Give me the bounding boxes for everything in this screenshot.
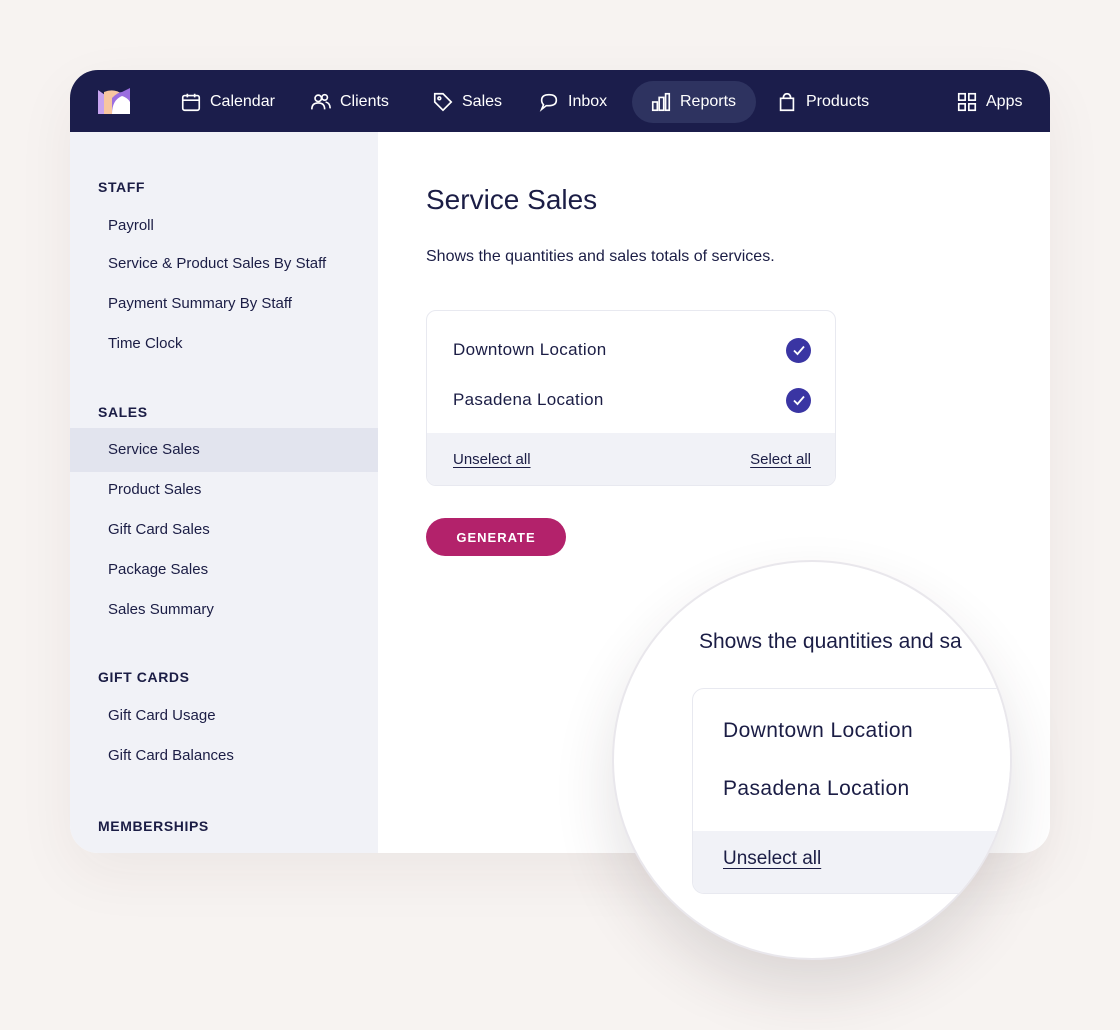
top-nav: Calendar Clients Sales Inbox Reports Pro… [70, 70, 1050, 132]
generate-button[interactable]: GENERATE [426, 518, 566, 556]
magnified-description: Shows the quantities and sa [699, 630, 962, 653]
sidebar-item-package-sales[interactable]: Package Sales [70, 548, 378, 592]
nav-clients-label: Clients [340, 93, 389, 110]
location-option-downtown[interactable]: Downtown Location [453, 335, 811, 365]
app-logo[interactable] [98, 88, 130, 114]
location-option-pasadena[interactable]: Pasadena Location [453, 385, 811, 415]
nav-inbox[interactable]: Inbox [520, 81, 625, 123]
page-title: Service Sales [426, 184, 598, 215]
nav-apps[interactable]: Apps [938, 81, 1040, 123]
magnified-footer: Unselect all [693, 831, 1010, 893]
sidebar-item-product-sales[interactable]: Product Sales [70, 468, 378, 512]
sidebar-item-payment-summary-by-staff[interactable]: Payment Summary By Staff [70, 282, 378, 326]
location-label: Downtown Location [453, 340, 607, 359]
sidebar-item-sales-summary[interactable]: Sales Summary [70, 588, 378, 632]
nav-apps-label: Apps [986, 93, 1023, 110]
sidebar-item-gift-card-balances[interactable]: Gift Card Balances [70, 734, 378, 778]
select-all-link[interactable]: Select all [750, 451, 811, 468]
sidebar-item-gift-card-usage[interactable]: Gift Card Usage [70, 694, 378, 738]
nav-calendar-label: Calendar [210, 93, 275, 110]
section-title-sales: SALES [98, 404, 148, 420]
calendar-icon [181, 93, 201, 112]
nav-products-label: Products [806, 93, 870, 110]
checkbox-checked-icon[interactable] [786, 387, 811, 413]
magnified-unselect-all-link: Unselect all [723, 848, 822, 869]
chat-icon [539, 93, 558, 112]
shopping-bag-icon [779, 92, 795, 112]
checkbox-checked-icon[interactable] [786, 337, 811, 363]
section-title-gift-cards: GIFT CARDS [98, 669, 190, 685]
sidebar-item-service-sales[interactable]: Service Sales [70, 428, 378, 472]
unselect-all-link[interactable]: Unselect all [453, 451, 531, 468]
location-label: Pasadena Location [453, 390, 604, 409]
location-selector-footer: Unselect all Select all [427, 433, 835, 485]
nav-sales[interactable]: Sales [414, 81, 520, 123]
location-selector: Downtown Location Pasadena Location Unse… [426, 310, 836, 486]
sidebar-item-time-clock[interactable]: Time Clock [70, 322, 378, 366]
magnified-location-pasadena: Pasadena Location [723, 777, 910, 800]
section-title-memberships: MEMBERSHIPS [98, 818, 209, 834]
nav-sales-label: Sales [462, 93, 503, 110]
bar-chart-icon [651, 92, 671, 112]
nav-clients[interactable]: Clients [292, 81, 407, 123]
zoom-magnifier: Shows the quantities and sa Downtown Loc… [612, 560, 1012, 960]
reports-sidebar: STAFF Payroll Service & Product Sales By… [70, 132, 378, 853]
page-description: Shows the quantities and sales totals of… [426, 248, 775, 265]
sidebar-item-gift-card-sales[interactable]: Gift Card Sales [70, 508, 378, 552]
nav-inbox-label: Inbox [568, 93, 608, 110]
nav-calendar[interactable]: Calendar [162, 81, 293, 123]
section-title-staff: STAFF [98, 179, 146, 195]
sidebar-item-service-product-sales-by-staff[interactable]: Service & Product Sales By Staff [70, 242, 378, 286]
tag-icon [433, 92, 453, 112]
magnified-location-downtown: Downtown Location [723, 719, 914, 742]
magnified-location-selector: Downtown Location Pasadena Location Unse… [692, 688, 1010, 894]
nav-reports[interactable]: Reports [632, 81, 756, 123]
nav-products[interactable]: Products [758, 81, 887, 123]
clients-icon [311, 93, 331, 110]
nav-reports-label: Reports [680, 93, 737, 110]
grid-icon [957, 92, 977, 112]
